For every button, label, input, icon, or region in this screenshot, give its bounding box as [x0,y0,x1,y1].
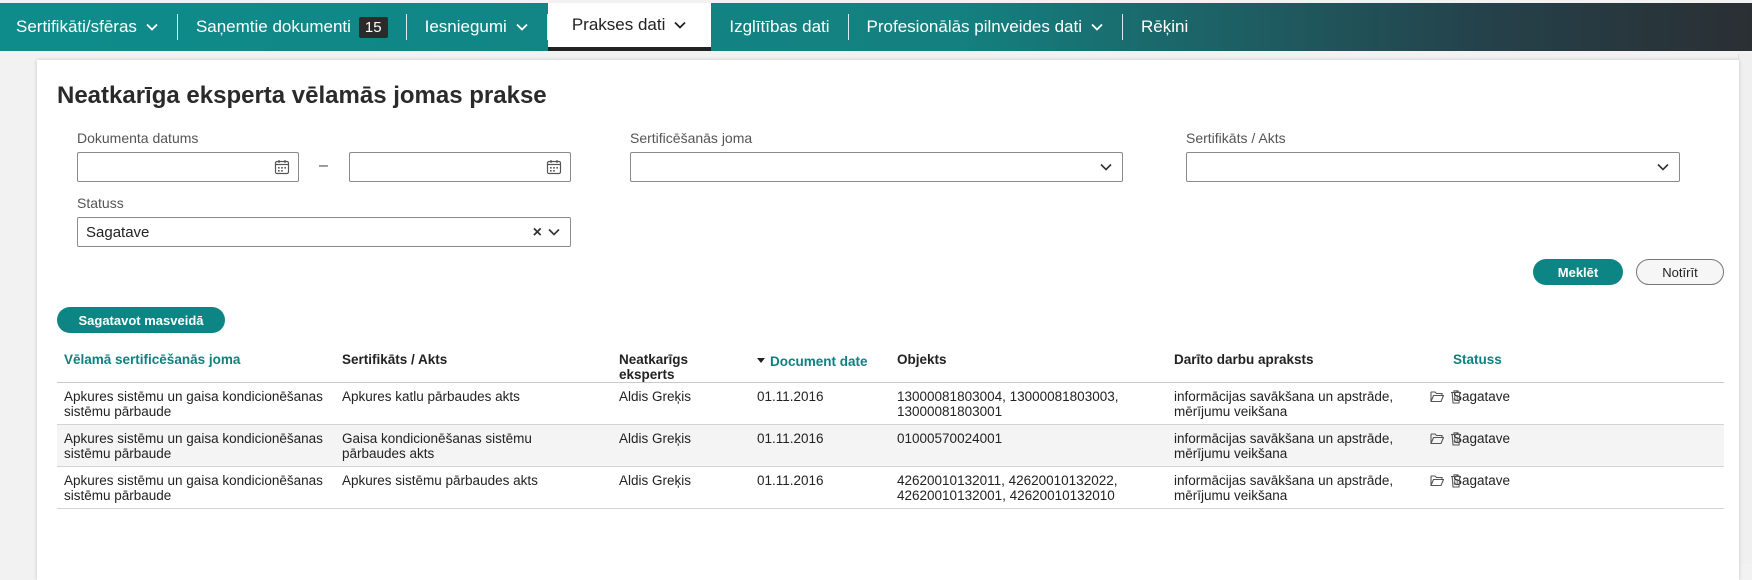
nav-item-label: Saņemtie dokumenti [195,17,351,36]
nav-item-professional-development[interactable]: Profesionālās pilnveides dati [849,3,1122,51]
nav-item-label: Profesionālās pilnveides dati [866,17,1083,36]
chevron-down-icon [1655,159,1671,175]
column-header-work: Darīto darbu apraksts [1174,352,1314,367]
nav-item-label: Sertifikāti/sfēras [16,17,137,36]
nav-item-education-data[interactable]: Izglītības dati [711,3,847,51]
nav-item-label: Rēķini [1141,17,1189,36]
status-label: Statuss [77,195,124,211]
cell-expert: Aldis Greķis [619,389,692,404]
cell-area: Apkures sistēmu un gaisa kondicionēšanas… [64,473,323,503]
cell-work: informācijas savākšana un apstrāde, mērī… [1174,431,1394,461]
cell-date: 01.11.2016 [757,473,824,488]
column-header-area[interactable]: Vēlamā sertificēšanās joma [64,352,240,367]
cell-certificate: Apkures sistēmu pārbaudes akts [342,473,538,488]
chevron-down-icon [1098,159,1114,175]
cell-certificate: Apkures katlu pārbaudes akts [342,389,520,404]
cell-date: 01.11.2016 [757,389,824,404]
table-header: Vēlamā sertificēšanās joma Sertifikāts /… [57,342,1724,383]
row-actions [1430,474,1462,488]
trash-icon[interactable] [1450,432,1462,446]
cell-expert: Aldis Greķis [619,431,692,446]
status-select[interactable]: Sagatave × [77,217,571,247]
column-header-certificate: Sertifikāts / Akts [342,352,448,367]
calendar-icon[interactable] [546,159,562,175]
cell-certificate: Gaisa kondicionēšanas sistēmu pārbaudes … [342,431,532,461]
cell-object: 01000570024001 [897,431,1003,446]
chevron-down-icon [515,20,529,34]
column-header-date[interactable]: Document date [757,352,868,369]
document-date-label: Dokumenta datums [77,130,199,146]
cell-area: Apkures sistēmu un gaisa kondicionēšanas… [64,389,323,419]
column-header-date-label: Document date [770,354,868,369]
chevron-down-icon [145,20,159,34]
cell-work: informācijas savākšana un apstrāde, mērī… [1174,473,1394,503]
certificate-act-select[interactable] [1186,152,1680,182]
clear-button[interactable]: Notīrīt [1636,259,1724,285]
table-row: Apkures sistēmu un gaisa kondicionēšanas… [57,383,1724,425]
certification-area-select[interactable] [630,152,1123,182]
trash-icon[interactable] [1450,474,1462,488]
column-header-expert: Neatkarīgs eksperts [619,352,689,382]
cell-date: 01.11.2016 [757,431,824,446]
trash-icon[interactable] [1450,390,1462,404]
table-row: Apkures sistēmu un gaisa kondicionēšanas… [57,425,1724,467]
date-range-separator: – [319,157,328,174]
cell-object: 42620010132011, 42620010132022, 42620010… [897,473,1118,503]
cell-object: 13000081803004, 13000081803003, 13000081… [897,389,1119,419]
certificate-act-label: Sertifikāts / Akts [1186,130,1286,146]
nav-item-applications[interactable]: Iesniegumi [407,3,547,51]
top-navigation: Sertifikāti/sfēras Saņemtie dokumenti 15… [0,3,1752,51]
nav-item-certificates[interactable]: Sertifikāti/sfēras [0,3,177,51]
column-header-object: Objekts [897,352,947,367]
date-to-input[interactable] [349,152,571,182]
nav-item-label: Iesniegumi [424,17,507,36]
nav-item-practice-data[interactable]: Prakses dati [547,3,712,51]
chevron-down-icon [546,224,562,240]
clear-icon[interactable]: × [533,224,542,242]
column-header-status[interactable]: Statuss [1453,352,1502,367]
page-title: Neatkarīga eksperta vēlamās jomas prakse [57,82,547,109]
nav-item-received-documents[interactable]: Saņemtie dokumenti 15 [178,3,406,51]
folder-open-icon[interactable] [1430,474,1444,488]
chevron-down-icon [673,18,687,32]
cell-area: Apkures sistēmu un gaisa kondicionēšanas… [64,431,323,461]
main-panel: Neatkarīga eksperta vēlamās jomas prakse… [37,60,1739,580]
folder-open-icon[interactable] [1430,432,1444,446]
vertical-scrollbar[interactable] [1738,54,1752,564]
table-row: Apkures sistēmu un gaisa kondicionēšanas… [57,467,1724,509]
results-table: Vēlamā sertificēšanās joma Sertifikāts /… [57,342,1724,509]
nav-item-label: Izglītības dati [729,17,830,36]
count-badge: 15 [358,16,388,38]
status-value: Sagatave [86,223,150,241]
bulk-prepare-button[interactable]: Sagatavot masveidā [57,307,225,333]
row-actions [1430,390,1462,404]
folder-open-icon[interactable] [1430,390,1444,404]
cell-expert: Aldis Greķis [619,473,692,488]
row-actions [1430,432,1462,446]
sort-descending-icon [757,352,765,367]
nav-item-invoices[interactable]: Rēķini [1123,3,1206,51]
calendar-icon[interactable] [274,159,290,175]
date-from-input[interactable] [77,152,299,182]
nav-item-label: Prakses dati [571,15,666,34]
search-button[interactable]: Meklēt [1533,259,1623,285]
certification-area-label: Sertificēšanās joma [630,130,753,146]
cell-work: informācijas savākšana un apstrāde, mērī… [1174,389,1394,419]
chevron-down-icon [1090,20,1104,34]
